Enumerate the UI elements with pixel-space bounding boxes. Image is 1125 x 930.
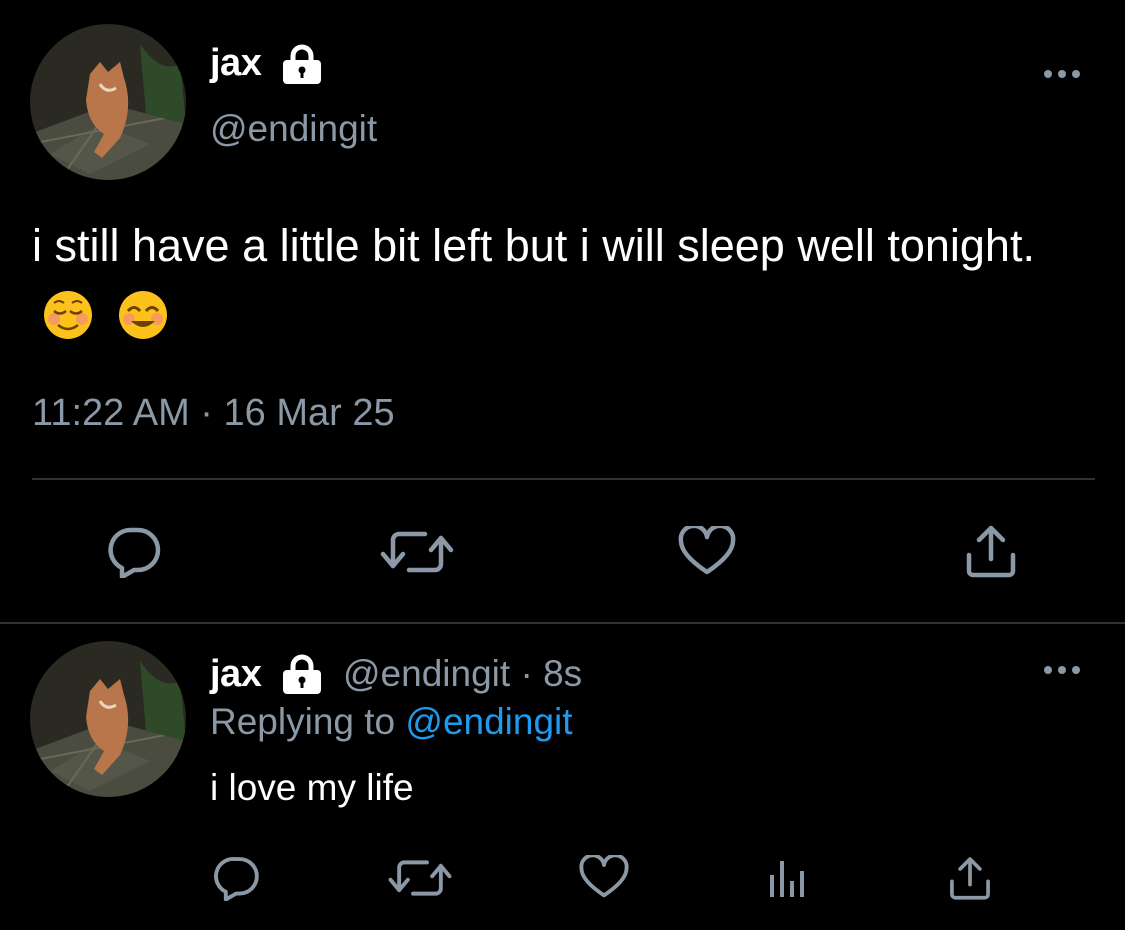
divider bbox=[32, 478, 1095, 480]
relaxed-face-emoji bbox=[42, 289, 94, 362]
replying-label: Replying to bbox=[210, 701, 396, 742]
reply-icon[interactable] bbox=[100, 520, 170, 584]
tweet-time[interactable]: 8s bbox=[543, 653, 582, 694]
retweet-icon[interactable] bbox=[374, 520, 460, 584]
display-name[interactable]: jax bbox=[210, 42, 262, 85]
retweet-icon[interactable] bbox=[384, 850, 456, 906]
smiling-face-emoji bbox=[117, 289, 169, 362]
share-icon[interactable] bbox=[942, 850, 998, 906]
tweet-body: i love my life bbox=[210, 767, 414, 808]
handle[interactable]: @endingit bbox=[210, 108, 377, 150]
like-icon[interactable] bbox=[574, 850, 634, 906]
avatar[interactable] bbox=[30, 641, 186, 797]
more-options-icon[interactable] bbox=[1038, 658, 1086, 682]
reply-icon[interactable] bbox=[207, 850, 267, 906]
like-icon[interactable] bbox=[672, 520, 742, 584]
share-icon[interactable] bbox=[956, 518, 1026, 584]
analytics-icon[interactable] bbox=[758, 852, 814, 906]
avatar[interactable] bbox=[30, 24, 186, 180]
replying-to: Replying to @endingit bbox=[210, 701, 573, 743]
display-name[interactable]: jax bbox=[210, 653, 262, 696]
separator: · bbox=[520, 653, 533, 694]
lock-icon bbox=[280, 44, 324, 89]
tweet-body: i still have a little bit left but i wil… bbox=[32, 220, 1035, 271]
handle-and-time: @endingit · 8s bbox=[343, 653, 582, 695]
tweet-text: i still have a little bit left but i wil… bbox=[32, 210, 1092, 362]
tweet-timestamp[interactable]: 11:22 AM · 16 Mar 25 bbox=[32, 392, 395, 435]
more-options-icon[interactable] bbox=[1038, 62, 1086, 86]
lock-icon bbox=[280, 654, 324, 699]
mention-link[interactable]: @endingit bbox=[405, 701, 572, 742]
handle[interactable]: @endingit bbox=[343, 653, 510, 694]
divider bbox=[0, 622, 1125, 624]
